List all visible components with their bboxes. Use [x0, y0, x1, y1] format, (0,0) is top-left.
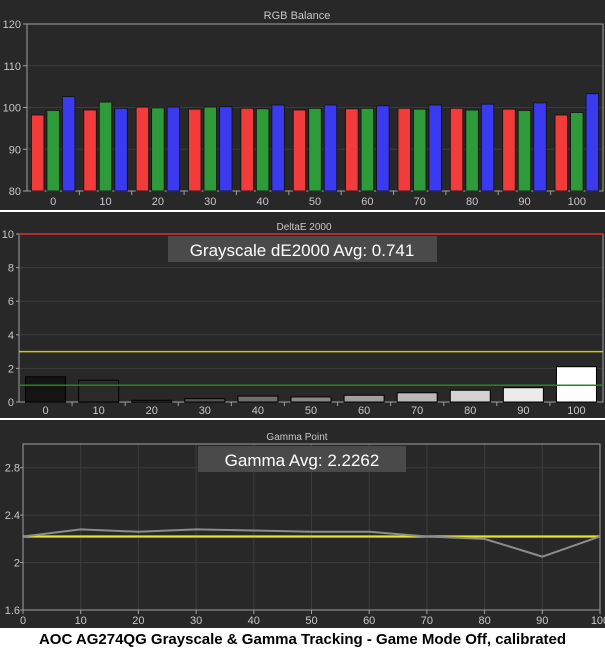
- deltae-x-tick-label: 30: [199, 405, 211, 417]
- figure-caption: AOC AG274QG Grayscale & Gamma Tracking -…: [0, 628, 605, 652]
- deltae-bar: [184, 398, 226, 403]
- rgb-x-tick-label: 70: [414, 196, 426, 208]
- rgb-bar-red: [135, 106, 150, 192]
- rgb-balance-title: RGB Balance: [264, 10, 331, 22]
- rgb-bar-red: [449, 107, 464, 192]
- gamma-title: Gamma Point: [266, 432, 327, 443]
- deltae-y-tick-label: 10: [2, 229, 14, 241]
- deltae-bar: [502, 387, 544, 403]
- rgb-bar-red: [397, 107, 411, 192]
- rgb-x-tick-label: 0: [50, 196, 56, 208]
- rgb-bar-blue: [585, 93, 599, 192]
- rgb-x-tick-label: 10: [99, 196, 111, 208]
- rgb-bar-green: [465, 109, 479, 192]
- rgb-bar-red: [188, 108, 202, 192]
- rgb-x-tick-label: 90: [518, 196, 530, 208]
- rgb-bar-blue: [62, 96, 76, 192]
- rgb-bar-green: [46, 110, 60, 192]
- rgb-x-tick-label: 40: [257, 196, 269, 208]
- deltae-y-tick-label: 4: [8, 330, 14, 342]
- gamma-x-tick-label: 80: [478, 615, 490, 627]
- rgb-bar-red: [292, 109, 307, 192]
- gamma-x-tick-label: 10: [75, 615, 87, 627]
- deltae-title: DeltaE 2000: [276, 222, 331, 233]
- gamma-x-tick-label: 90: [536, 615, 548, 627]
- deltae-x-tick-label: 80: [464, 405, 476, 417]
- deltae-bar: [131, 399, 173, 403]
- gamma-y-tick-label: 2: [14, 558, 20, 570]
- gamma-x-tick-label: 30: [190, 615, 202, 627]
- rgb-bar-red: [502, 108, 516, 192]
- rgb-y-tick-label: 110: [3, 61, 21, 73]
- rgb-bar-green: [203, 106, 217, 192]
- rgb-y-tick-label: 90: [9, 144, 21, 156]
- deltae-bar: [237, 395, 279, 403]
- rgb-bar-red: [240, 107, 254, 192]
- rgb-bar-blue: [533, 102, 547, 192]
- rgb-bar-green: [98, 101, 113, 192]
- rgb-bar-blue: [480, 103, 495, 192]
- deltae-x-tick-label: 0: [42, 405, 48, 417]
- gamma-x-tick-label: 70: [421, 615, 433, 627]
- deltae-y-tick-label: 6: [8, 296, 14, 308]
- rgb-bar-blue: [219, 106, 233, 192]
- deltae-x-tick-label: 90: [517, 405, 529, 417]
- gamma-x-tick-label: 100: [591, 615, 605, 627]
- rgb-y-tick-label: 120: [3, 19, 21, 31]
- deltae-x-tick-label: 70: [411, 405, 423, 417]
- gamma-x-tick-label: 50: [305, 615, 317, 627]
- deltae-bar: [78, 379, 120, 403]
- calibration-charts: RGB Balance12011010090800 10 20 30 40 50 60 70 8…: [0, 0, 605, 628]
- rgb-bar-green: [360, 107, 375, 192]
- rgb-bar-green: [413, 108, 427, 192]
- rgb-bar-green: [255, 108, 270, 192]
- deltae-y-tick-label: 2: [8, 363, 14, 375]
- rgb-bar-green: [151, 107, 165, 192]
- deltae-y-tick-label: 8: [8, 263, 14, 275]
- rgb-bar-blue: [271, 104, 285, 192]
- gamma-y-tick-label: 1.6: [5, 605, 20, 617]
- gamma-avg-label: Gamma Avg: 2.2262: [225, 451, 380, 470]
- deltae-x-tick-label: 100: [567, 405, 585, 417]
- deltae-avg-label: Grayscale dE2000 Avg: 0.741: [190, 241, 415, 260]
- deltae-x-tick-label: 60: [358, 405, 370, 417]
- gamma-y-tick-label: 2.4: [5, 510, 20, 522]
- rgb-bar-green: [517, 110, 532, 192]
- rgb-bar-green: [308, 107, 322, 192]
- rgb-x-tick-label: 100: [568, 196, 586, 208]
- deltae-bar: [343, 394, 385, 403]
- rgb-bar-blue: [114, 107, 128, 192]
- gamma-x-tick-label: 20: [132, 615, 144, 627]
- gamma-y-tick-label: 2.8: [5, 463, 20, 475]
- gamma-x-tick-label: 40: [248, 615, 260, 627]
- deltae-x-tick-label: 10: [93, 405, 105, 417]
- deltae-bar: [396, 392, 438, 403]
- gamma-x-tick-label: 60: [363, 615, 375, 627]
- rgb-bar-red: [345, 108, 359, 192]
- rgb-bar-green: [570, 112, 584, 192]
- rgb-x-tick-label: 30: [204, 196, 216, 208]
- deltae-bar: [555, 366, 597, 403]
- rgb-x-tick-label: 60: [361, 196, 373, 208]
- rgb-x-tick-label: 20: [152, 196, 164, 208]
- rgb-x-tick-label: 80: [466, 196, 478, 208]
- deltae-bar: [449, 389, 491, 403]
- gamma-x-tick-label: 0: [20, 615, 26, 627]
- rgb-y-tick-label: 80: [9, 186, 21, 198]
- deltae-bar: [290, 396, 332, 403]
- rgb-y-tick-label: 100: [3, 103, 21, 115]
- deltae-y-tick-label: 0: [8, 397, 14, 409]
- rgb-bar-blue: [166, 106, 181, 192]
- rgb-bar-red: [31, 114, 45, 192]
- rgb-bar-red: [554, 114, 568, 192]
- deltae-x-tick-label: 20: [146, 405, 158, 417]
- rgb-bar-blue: [428, 104, 442, 192]
- deltae-x-tick-label: 50: [305, 405, 317, 417]
- deltae-x-tick-label: 40: [252, 405, 264, 417]
- rgb-bar-blue: [376, 105, 390, 192]
- rgb-bar-blue: [323, 104, 338, 192]
- deltae-bar: [25, 376, 67, 403]
- rgb-x-tick-label: 50: [309, 196, 321, 208]
- rgb-bar-red: [83, 109, 97, 192]
